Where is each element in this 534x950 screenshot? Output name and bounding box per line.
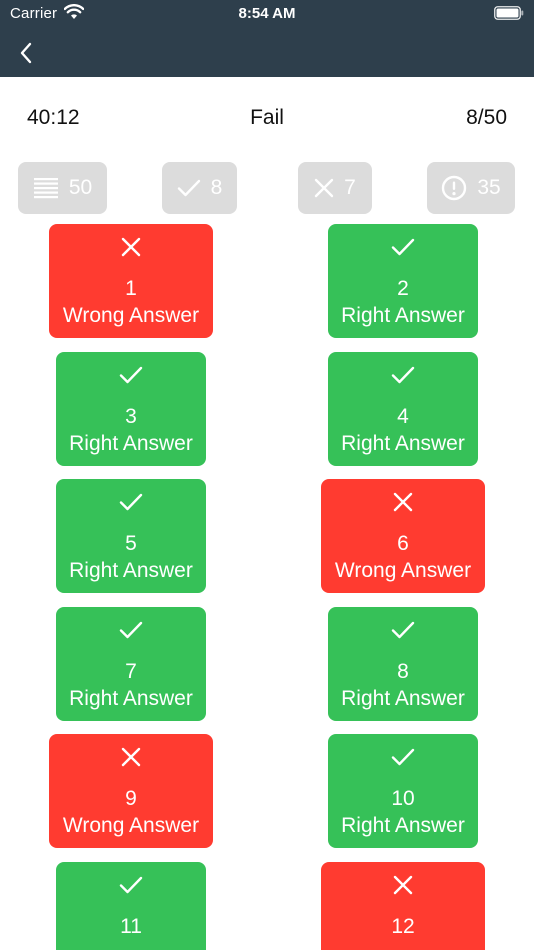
back-button[interactable] [12, 38, 40, 68]
cross-icon [321, 492, 485, 516]
question-number: 1 [125, 277, 137, 300]
navigation-header: Carrier 8:54 AM [0, 0, 534, 77]
answer-status-label: Right Answer [341, 304, 465, 327]
question-number: 4 [397, 405, 409, 428]
question-number: 2 [397, 277, 409, 300]
list-icon [33, 178, 58, 199]
filter-wrong-button[interactable]: 7 [298, 162, 372, 214]
question-card[interactable]: 1 Wrong Answer [49, 224, 213, 338]
result-status: Fail [250, 106, 284, 129]
result-summary: 40:12 Fail 8/50 [0, 106, 534, 136]
cross-icon [321, 875, 485, 899]
checkmark-icon [177, 179, 200, 197]
status-bar: Carrier 8:54 AM [0, 0, 534, 27]
answer-status-label: Wrong Answer [334, 559, 472, 582]
checkmark-icon [56, 875, 206, 899]
filter-unanswered-count: 35 [477, 176, 501, 199]
question-card[interactable]: 6 Wrong Answer [321, 479, 485, 593]
question-card[interactable]: 8 Right Answer [328, 607, 478, 721]
question-card[interactable]: 2 Right Answer [328, 224, 478, 338]
answer-status-label: Wrong Answer [62, 304, 200, 327]
question-number: 3 [125, 405, 137, 428]
checkmark-icon [328, 237, 478, 261]
question-number: 10 [391, 787, 415, 810]
checkmark-icon [328, 620, 478, 644]
question-card[interactable]: 3 Right Answer [56, 352, 206, 466]
answer-status-label: Right Answer [69, 687, 193, 710]
checkmark-icon [56, 492, 206, 516]
cross-icon [49, 237, 213, 261]
filter-all-count: 50 [68, 176, 93, 199]
clock: 8:54 AM [238, 5, 296, 22]
filter-right-button[interactable]: 8 [162, 162, 237, 214]
question-number: 9 [125, 787, 137, 810]
filter-unanswered-button[interactable]: 35 [427, 162, 515, 214]
question-number: 11 [120, 915, 142, 938]
answer-status-label: Right Answer [341, 814, 465, 837]
answer-status-label: Right Answer [341, 687, 465, 710]
exclamation-circle-icon [442, 175, 467, 201]
question-card[interactable]: 11 [56, 862, 206, 950]
cross-icon [49, 747, 213, 771]
filter-wrong-count: 7 [344, 176, 356, 199]
checkmark-icon [328, 747, 478, 771]
question-card[interactable]: 9 Wrong Answer [49, 734, 213, 848]
question-card[interactable]: 10 Right Answer [328, 734, 478, 848]
checkmark-icon [56, 365, 206, 389]
chevron-left-icon [20, 42, 32, 64]
checkmark-icon [328, 365, 478, 389]
battery-icon [494, 6, 524, 20]
question-card[interactable]: 5 Right Answer [56, 479, 206, 593]
question-card[interactable]: 7 Right Answer [56, 607, 206, 721]
checkmark-icon [56, 620, 206, 644]
answer-status-label: Right Answer [69, 432, 193, 455]
score: 8/50 [466, 106, 507, 129]
question-card[interactable]: 4 Right Answer [328, 352, 478, 466]
filter-right-count: 8 [210, 176, 223, 199]
question-number: 6 [397, 532, 409, 555]
question-number: 5 [125, 532, 137, 555]
answer-status-label: Right Answer [69, 559, 193, 582]
question-number: 7 [125, 660, 137, 683]
filter-all-button[interactable]: 50 [18, 162, 107, 214]
answer-status-label: Right Answer [341, 432, 465, 455]
question-number: 12 [391, 915, 415, 938]
question-number: 8 [397, 660, 409, 683]
question-card[interactable]: 12 [321, 862, 485, 950]
cross-icon [314, 178, 334, 198]
answer-status-label: Wrong Answer [62, 814, 200, 837]
